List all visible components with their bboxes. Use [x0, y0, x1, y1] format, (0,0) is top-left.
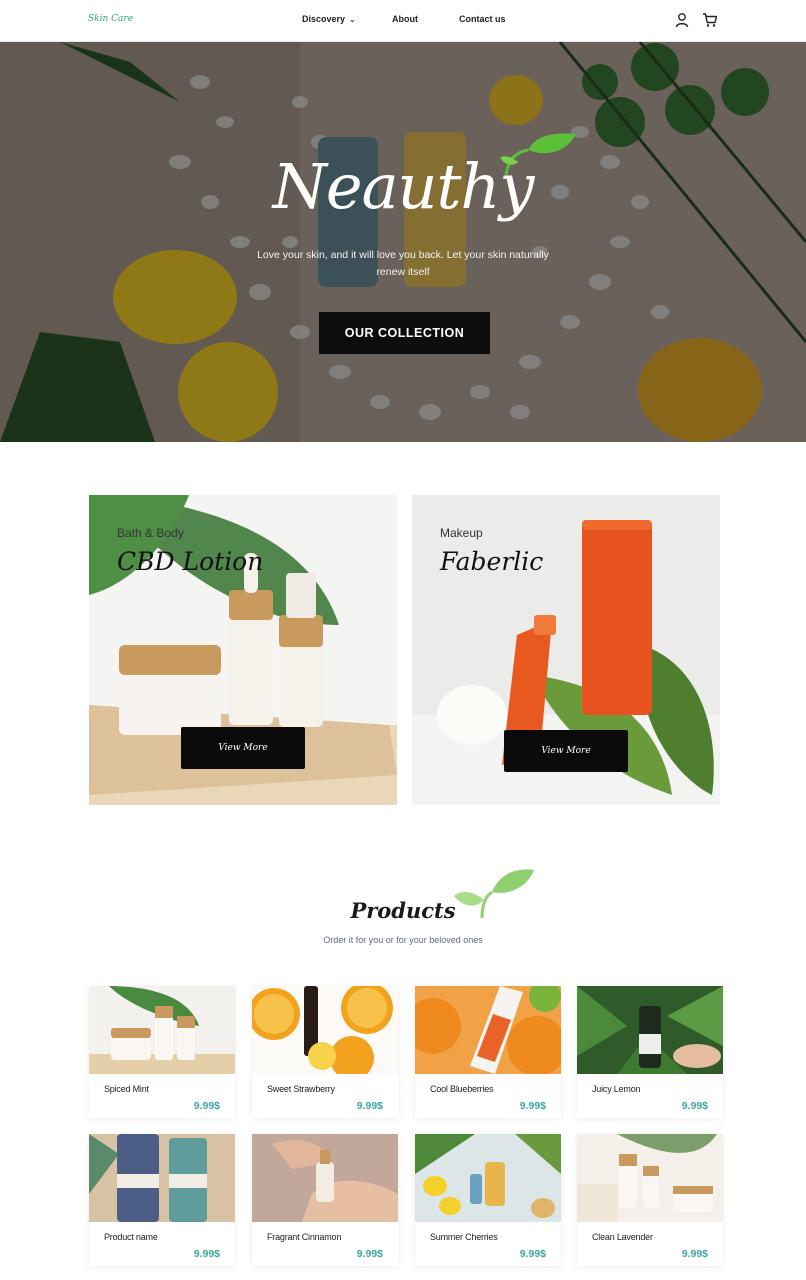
product-name: Sweet Strawberry [267, 1084, 335, 1094]
hero-tagline: Love your skin, and it will love you bac… [257, 249, 549, 278]
product-name: Spiced Mint [104, 1084, 149, 1094]
nav-about[interactable]: About [392, 14, 418, 24]
product-card[interactable]: Clean Lavender 9.99$ [577, 1134, 723, 1266]
site-header: Skin Care Discovery ⌄ About Contact us [0, 0, 806, 42]
product-image [252, 986, 398, 1074]
hero-overlay [0, 42, 806, 442]
faberlic-title: Faberlic [440, 547, 544, 576]
nav-discovery[interactable]: Discovery ⌄ [302, 14, 356, 24]
hero-banner: Neauthy Love your skin, and it will love… [0, 42, 806, 442]
product-image [577, 1134, 723, 1222]
product-price: 9.99$ [356, 1248, 383, 1260]
product-price: 9.99$ [519, 1100, 546, 1112]
product-price: 9.99$ [681, 1100, 708, 1112]
nav-discovery-label: Discovery [302, 14, 346, 24]
site-logo[interactable]: Skin Care [88, 14, 133, 24]
product-name: Product name [104, 1232, 158, 1242]
product-name: Summer Cherries [430, 1232, 498, 1242]
product-name: Juicy Lemon [592, 1084, 641, 1094]
product-name: Clean Lavender [592, 1232, 653, 1242]
our-collection-button[interactable]: OUR COLLECTION [319, 312, 490, 354]
cbd-lotion-subtitle: Bath & Body [117, 526, 184, 540]
product-name: Cool Blueberries [430, 1084, 494, 1094]
hero-brand-title: Neauthy [272, 150, 535, 223]
product-card[interactable]: Cool Blueberries 9.99$ [415, 986, 561, 1118]
product-image [415, 1134, 561, 1222]
product-image [415, 986, 561, 1074]
faberlic-subtitle: Makeup [440, 526, 483, 540]
product-name: Fragrant Cinnamon [267, 1232, 342, 1242]
product-price: 9.99$ [681, 1248, 708, 1260]
product-image [252, 1134, 398, 1222]
category-card-faberlic[interactable]: Makeup Faberlic View More [412, 495, 720, 805]
product-card[interactable]: Spiced Mint 9.99$ [89, 986, 235, 1118]
product-card[interactable]: Product name 9.99$ [89, 1134, 235, 1266]
products-heading: Products [350, 898, 456, 923]
product-price: 9.99$ [356, 1100, 383, 1112]
cbd-lotion-title: CBD Lotion [117, 547, 264, 576]
product-image [89, 986, 235, 1074]
category-card-cbd-lotion[interactable]: Bath & Body CBD Lotion View More [89, 495, 397, 805]
product-card[interactable]: Fragrant Cinnamon 9.99$ [252, 1134, 398, 1266]
product-card[interactable]: Sweet Strawberry 9.99$ [252, 986, 398, 1118]
user-icon[interactable] [674, 12, 690, 28]
product-price: 9.99$ [519, 1248, 546, 1260]
product-card[interactable]: Summer Cherries 9.99$ [415, 1134, 561, 1266]
view-more-button-faberlic[interactable]: View More [504, 730, 628, 772]
chevron-down-icon: ⌄ [349, 15, 356, 24]
product-image [577, 986, 723, 1074]
product-price: 9.99$ [193, 1248, 220, 1260]
cart-icon[interactable] [702, 12, 718, 28]
nav-contact[interactable]: Contact us [459, 14, 506, 24]
product-image [89, 1134, 235, 1222]
product-price: 9.99$ [193, 1100, 220, 1112]
view-more-button-cbd[interactable]: View More [181, 727, 305, 769]
products-subheading: Order it for you or for your beloved one… [323, 935, 483, 945]
product-card[interactable]: Juicy Lemon 9.99$ [577, 986, 723, 1118]
